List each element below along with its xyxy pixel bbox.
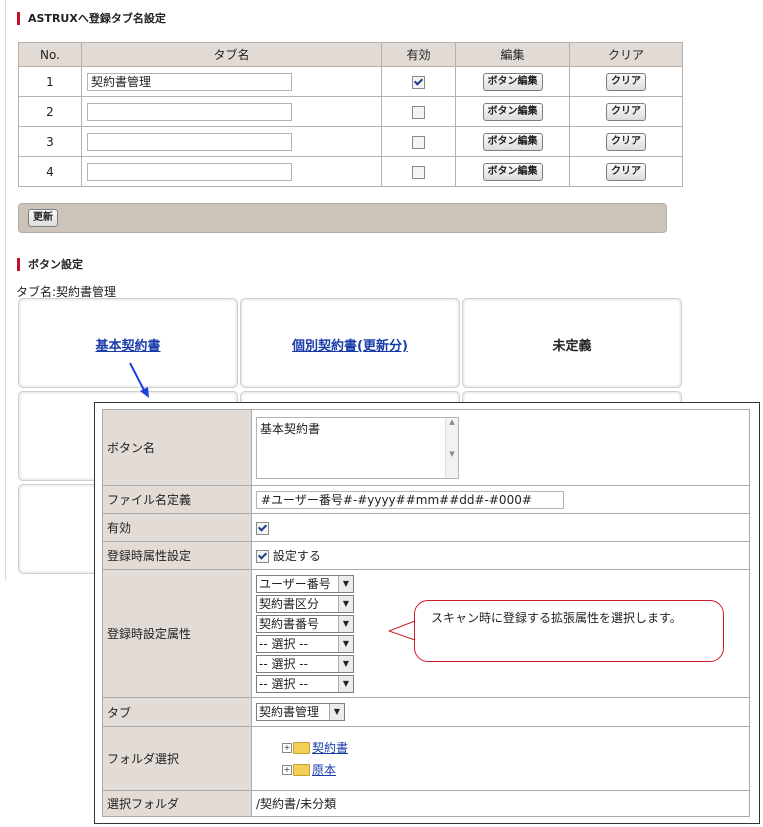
folder-link[interactable]: 契約書 [312,741,348,755]
enabled-label: 有効 [102,513,252,542]
tab-name-input[interactable] [87,132,292,151]
update-bar: 更新 [18,203,667,233]
col-header-tab-name: タブ名 [81,42,382,67]
tab-select[interactable]: 契約書管理 ▼ [256,703,345,721]
clear-button[interactable]: クリア [606,102,646,121]
attribute-select-5[interactable]: -- 選択 -- ▼ [256,654,354,673]
button-name-label: ボタン名 [102,409,252,486]
tab-name-input[interactable] [87,102,292,121]
chevron-down-icon: ▼ [338,675,353,692]
enabled-checkbox[interactable] [412,75,425,89]
col-header-no: No. [18,42,82,67]
callout-bubble: スキャン時に登録する拡張属性を選択します。 [414,600,724,662]
form-row: 有効 [102,513,750,542]
folder-icon [293,764,310,776]
row-number: 4 [18,156,82,187]
button-name-textarea[interactable]: 基本契約書 ▲ ▼ [256,416,459,479]
attribute-select-2[interactable]: 契約書区分 ▼ [256,594,354,613]
clear-button[interactable]: クリア [606,132,646,151]
tab-label: タブ [102,697,252,727]
attribute-select-6[interactable]: -- 選択 -- ▼ [256,674,354,693]
edit-buttons-button[interactable]: ボタン編集 [482,102,543,121]
enabled-checkbox[interactable] [412,165,425,179]
button-cell-2[interactable]: 個別契約書(更新分) [240,298,460,388]
file-name-label: ファイル名定義 [102,485,252,514]
button-name-value: 基本契約書 [260,421,321,436]
callout-text: スキャン時に登録する拡張属性を選択します。 [431,611,682,625]
row-number: 1 [18,66,82,97]
folder-icon [293,742,310,754]
folder-link[interactable]: 原本 [312,763,336,777]
textarea-scrollbar[interactable]: ▲ ▼ [445,417,458,478]
chevron-down-icon: ▼ [329,704,344,720]
edit-buttons-button[interactable]: ボタン編集 [482,72,543,91]
button-cell-3[interactable]: 未定義 [462,298,682,388]
selected-folder-value: /契約書/未分類 [251,790,750,817]
button-link[interactable]: 基本契約書 [19,335,237,354]
form-row: タブ 契約書管理 ▼ [102,697,750,727]
chevron-down-icon: ▼ [338,575,353,592]
attr-setting-checkbox[interactable] [256,550,269,563]
form-row: 登録時属性設定 設定する [102,541,750,570]
table-row: 4 ボタン編集 クリア [18,156,683,187]
tree-item: + 原本 [256,759,745,781]
attr-setting-label: 登録時属性設定 [102,541,252,570]
enabled-checkbox[interactable] [412,135,425,149]
callout-pointer [388,620,416,641]
tab-name-table: No. タブ名 有効 編集 クリア 1 契約書管理 ボタン編集 クリア 2 ボタ… [18,42,683,187]
form-row: ボタン名 基本契約書 ▲ ▼ [102,409,750,486]
col-header-edit: 編集 [455,42,570,67]
button-label: 未定義 [552,339,592,354]
chevron-down-icon: ▼ [338,655,353,672]
clear-button[interactable]: クリア [606,72,646,91]
folder-select-label: フォルダ選択 [102,726,252,791]
pointer-arrow-icon [129,362,149,398]
row-number: 3 [18,126,82,157]
tab-name-input[interactable] [87,162,292,181]
edit-buttons-button[interactable]: ボタン編集 [482,162,543,181]
attribute-select-3[interactable]: 契約書番号 ▼ [256,614,354,633]
form-row: 選択フォルダ /契約書/未分類 [102,790,750,817]
expand-icon[interactable]: + [282,765,292,775]
tab-name-input[interactable]: 契約書管理 [87,72,292,91]
tab-settings-title: ASTRUXへ登録タブ名設定 [17,12,166,25]
table-row: 3 ボタン編集 クリア [18,126,683,157]
button-link[interactable]: 個別契約書(更新分) [241,335,459,354]
chevron-down-icon: ▼ [338,615,353,632]
table-row: 2 ボタン編集 クリア [18,96,683,127]
clear-button[interactable]: クリア [606,162,646,181]
chevron-down-icon: ▼ [338,595,353,612]
expand-icon[interactable]: + [282,743,292,753]
enabled-checkbox[interactable] [412,105,425,119]
table-row: 1 契約書管理 ボタン編集 クリア [18,66,683,97]
attr-setting-checkbox-label: 設定する [272,549,321,563]
attr-fields-label: 登録時設定属性 [102,569,252,698]
selected-folder-label: 選択フォルダ [102,790,252,817]
form-row: ファイル名定義 #ユーザー番号#-#yyyy##mm##dd#-#000# [102,485,750,514]
edit-buttons-button[interactable]: ボタン編集 [482,132,543,151]
enabled-checkbox[interactable] [256,521,269,535]
table-header-row: No. タブ名 有効 編集 クリア [18,42,683,67]
left-guide-line [5,0,6,580]
attribute-select-4[interactable]: -- 選択 -- ▼ [256,634,354,653]
folder-tree: + 契約書 + 原本 [251,726,750,791]
attribute-select-1[interactable]: ユーザー番号 ▼ [256,574,354,593]
row-number: 2 [18,96,82,127]
button-settings-title: ボタン設定 [17,258,83,271]
chevron-down-icon: ▼ [338,635,353,652]
col-header-clear: クリア [569,42,683,67]
col-header-enabled: 有効 [381,42,456,67]
form-row: フォルダ選択 + 契約書 + 原本 [102,726,750,791]
file-name-input[interactable]: #ユーザー番号#-#yyyy##mm##dd#-#000# [256,490,564,509]
update-button[interactable]: 更新 [28,209,58,227]
tree-item: + 契約書 [256,737,745,759]
